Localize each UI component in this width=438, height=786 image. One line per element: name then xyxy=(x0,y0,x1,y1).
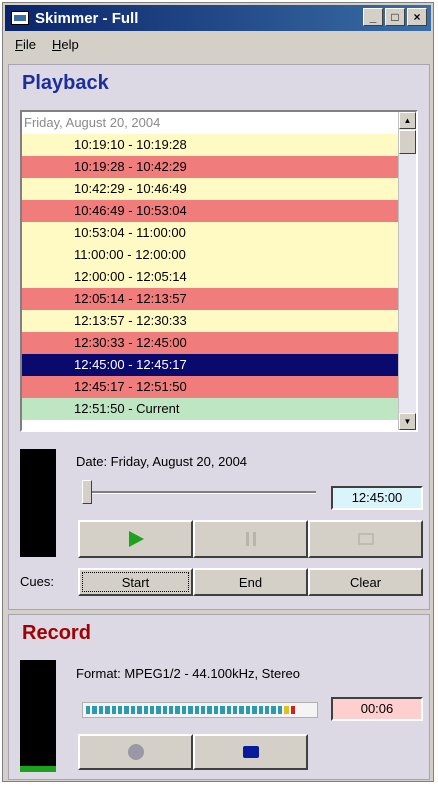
record-level-fill xyxy=(20,766,56,772)
menu-bar: File Help xyxy=(5,33,431,55)
level-segment xyxy=(111,706,116,714)
level-segment xyxy=(201,706,206,714)
list-item[interactable]: 10:19:28 - 10:42:29 xyxy=(22,156,398,178)
cue-clear-button[interactable]: Clear xyxy=(308,568,423,596)
level-segment xyxy=(124,706,129,714)
list-item[interactable]: 10:42:29 - 10:46:49 xyxy=(22,178,398,200)
level-segment xyxy=(309,706,315,714)
cue-start-button[interactable]: Start xyxy=(78,568,193,596)
list-item[interactable]: 12:45:17 - 12:51:50 xyxy=(22,376,398,398)
minimize-button[interactable]: _ xyxy=(363,8,383,26)
level-segment xyxy=(258,706,263,714)
level-segment xyxy=(264,706,270,714)
list-item[interactable]: 12:05:14 - 12:13:57 xyxy=(22,288,398,310)
playback-time-display: 12:45:00 xyxy=(331,486,423,510)
level-segment xyxy=(175,706,180,714)
list-item[interactable]: 10:19:10 - 10:19:28 xyxy=(22,134,398,156)
level-segment xyxy=(130,706,136,714)
list-scrollbar[interactable]: ▲ ▼ xyxy=(398,112,416,430)
maximize-button[interactable]: □ xyxy=(385,8,405,26)
playback-level-meter xyxy=(20,449,56,557)
level-segment xyxy=(105,706,110,714)
menu-file[interactable]: File xyxy=(15,37,36,52)
level-segment xyxy=(169,706,174,714)
list-item[interactable]: 10:53:04 - 11:00:00 xyxy=(22,222,398,244)
menu-help[interactable]: Help xyxy=(52,37,79,52)
record-heading: Record xyxy=(22,622,91,644)
playback-date-label: Date: Friday, August 20, 2004 xyxy=(76,454,248,469)
close-button[interactable]: × xyxy=(407,8,427,26)
play-button[interactable] xyxy=(78,520,193,558)
level-segment xyxy=(213,706,219,714)
list-item[interactable]: 12:51:50 - Current xyxy=(22,398,398,420)
level-segment xyxy=(226,706,231,714)
list-date-header: Friday, August 20, 2004 xyxy=(24,115,161,130)
list-item[interactable]: 10:46:49 - 10:53:04 xyxy=(22,200,398,222)
level-segment xyxy=(143,706,148,714)
level-segment xyxy=(220,706,225,714)
list-item[interactable]: 12:00:00 - 12:05:14 xyxy=(22,266,398,288)
title-bar[interactable]: Skimmer - Full _ □ × xyxy=(5,5,431,31)
level-segment xyxy=(117,706,123,714)
scroll-up-icon[interactable]: ▲ xyxy=(399,112,416,129)
window-title: Skimmer - Full xyxy=(35,9,139,27)
level-segment xyxy=(290,706,295,714)
scroll-down-icon[interactable]: ▼ xyxy=(399,413,416,430)
record-time-display: 00:06 xyxy=(331,697,423,721)
stop-record-button[interactable] xyxy=(193,734,308,770)
level-segment xyxy=(194,706,200,714)
level-segment xyxy=(245,706,251,714)
list-item[interactable]: 11:00:00 - 12:00:00 xyxy=(22,244,398,266)
playback-slider-track[interactable] xyxy=(86,491,316,494)
stop-record-icon xyxy=(242,746,259,758)
level-segment xyxy=(271,706,276,714)
level-segment xyxy=(137,706,142,714)
cue-end-button[interactable]: End xyxy=(193,568,308,596)
stop-icon xyxy=(357,533,374,545)
level-segment xyxy=(156,706,161,714)
level-segment xyxy=(86,706,91,714)
level-segment xyxy=(149,706,155,714)
list-item[interactable]: 12:30:33 - 12:45:00 xyxy=(22,332,398,354)
pause-button[interactable] xyxy=(193,520,308,558)
stop-button[interactable] xyxy=(308,520,423,558)
record-icon xyxy=(127,744,144,760)
list-item[interactable]: 12:13:57 - 12:30:33 xyxy=(22,310,398,332)
record-level-meter xyxy=(20,660,56,772)
level-segment xyxy=(188,706,193,714)
level-segment xyxy=(296,706,302,714)
level-segment xyxy=(92,706,97,714)
level-segment xyxy=(181,706,187,714)
playback-heading: Playback xyxy=(22,72,109,94)
segment-list[interactable]: Friday, August 20, 2004 10:19:10 - 10:19… xyxy=(20,110,418,432)
title-bar-buttons: _ □ × xyxy=(363,8,427,26)
cues-label: Cues: xyxy=(20,574,54,589)
record-format-label: Format: MPEG1/2 - 44.100kHz, Stereo xyxy=(76,666,300,681)
level-segment xyxy=(303,706,308,714)
record-level-bar xyxy=(82,702,318,718)
level-segment xyxy=(284,706,289,714)
playback-slider-thumb[interactable] xyxy=(82,480,92,504)
level-segment xyxy=(98,706,104,714)
level-segment xyxy=(232,706,238,714)
level-segment xyxy=(162,706,168,714)
level-segment xyxy=(252,706,257,714)
app-icon xyxy=(11,11,29,25)
level-segment xyxy=(277,706,283,714)
play-icon xyxy=(128,531,144,547)
pause-icon xyxy=(245,532,256,546)
list-item-selected[interactable]: 12:45:00 - 12:45:17 xyxy=(22,354,398,376)
level-segment xyxy=(239,706,244,714)
scroll-thumb[interactable] xyxy=(399,130,416,154)
level-segment xyxy=(207,706,212,714)
segment-list-rows: Friday, August 20, 2004 10:19:10 - 10:19… xyxy=(22,112,398,430)
record-button[interactable] xyxy=(78,734,193,770)
